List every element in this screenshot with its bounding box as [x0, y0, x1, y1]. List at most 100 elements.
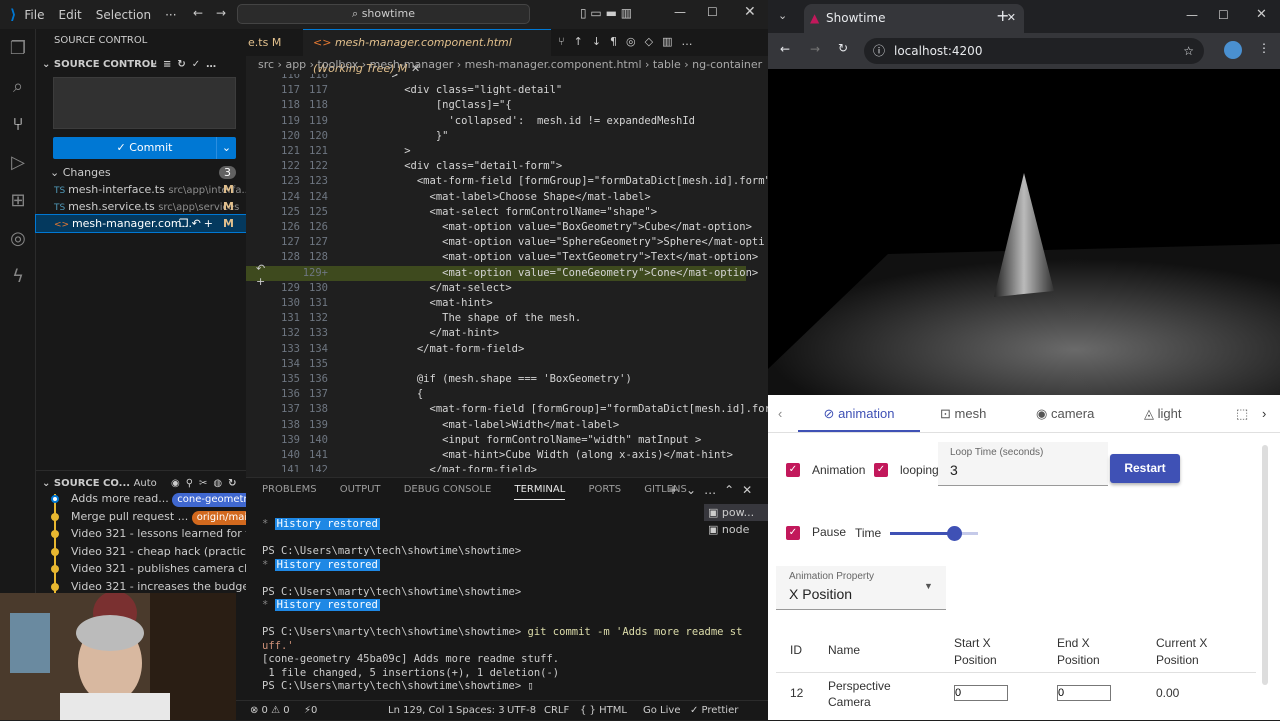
restart-button[interactable]: Restart: [1110, 454, 1180, 483]
code-line[interactable]: 134 135: [246, 357, 746, 372]
tab-ports[interactable]: PORTS: [589, 484, 622, 495]
tab-problems[interactable]: PROBLEMS: [262, 484, 317, 495]
code-line[interactable]: 129+ <mat-option value="ConeGeometry">Co…: [246, 265, 758, 281]
command-center-search[interactable]: ⌕ showtime: [237, 4, 530, 24]
back-arrow-icon[interactable]: ←: [193, 6, 203, 20]
code-line[interactable]: 119 119 'collapsed': mesh.id != expandedM…: [246, 114, 746, 129]
tabs-prev-icon[interactable]: ‹: [778, 395, 782, 432]
extensions-icon[interactable]: ⊞: [0, 181, 36, 219]
editor-actions-icons[interactable]: ⑂↑↓¶◎◇▥…: [558, 35, 701, 48]
code-line[interactable]: 133 134 </mat-form-field>: [246, 342, 746, 357]
panel-scrollbar[interactable]: [1262, 445, 1268, 685]
status-go-live[interactable]: Go Live: [643, 701, 680, 721]
new-tab-button[interactable]: +: [996, 6, 1009, 25]
code-line[interactable]: 118 118 [ngClass]="{: [246, 98, 746, 113]
list-item[interactable]: <> mesh-manager.com... ❐↶+ M: [35, 214, 247, 233]
status-prettier[interactable]: ✓ Prettier: [690, 701, 738, 721]
animation-checkbox[interactable]: ✓: [786, 463, 800, 477]
code-line[interactable]: 121 121 >: [246, 144, 746, 159]
maximize-button[interactable]: ☐: [1218, 8, 1229, 22]
list-item[interactable]: Merge pull request ... origin/main: [36, 508, 246, 526]
list-item[interactable]: TS mesh.service.ts src\app\services M: [36, 198, 246, 215]
status-encoding[interactable]: UTF-8: [507, 701, 536, 721]
terminal-item-node[interactable]: ▣ node: [704, 521, 768, 538]
diff-actions-icons[interactable]: ↶ +: [256, 262, 265, 288]
tab-terminal[interactable]: TERMINAL: [514, 484, 566, 500]
terminal-item-powershell[interactable]: ▣ pow...: [704, 504, 768, 521]
source-control-icon[interactable]: ⑂: [0, 105, 36, 143]
code-line[interactable]: 135 136 @if (mesh.shape === 'BoxGeometry'…: [246, 372, 746, 387]
code-line[interactable]: 132 133 </mat-hint>: [246, 326, 746, 341]
code-line[interactable]: 127 127 <mat-option value="SphereGeometry…: [246, 235, 765, 250]
commit-dropdown-icon[interactable]: ⌄: [216, 137, 236, 159]
loop-time-field[interactable]: Loop Time (seconds) 3: [938, 442, 1108, 486]
end-x-input[interactable]: [1057, 685, 1111, 701]
file-actions-icons[interactable]: ❐↶+: [179, 215, 216, 232]
status-language[interactable]: { } HTML: [580, 701, 627, 721]
list-item[interactable]: Video 321 - cheap hack (practical ...: [36, 543, 246, 561]
forward-arrow-icon[interactable]: →: [810, 42, 820, 56]
tab-search-icon[interactable]: ⌄: [778, 9, 787, 22]
status-eol[interactable]: CRLF: [544, 701, 569, 721]
menu-file[interactable]: File: [24, 8, 44, 22]
run-debug-icon[interactable]: ▷: [0, 143, 36, 181]
close-button[interactable]: ✕: [1256, 7, 1267, 22]
changes-header[interactable]: ⌄ Changes 3: [36, 164, 246, 181]
minimize-button[interactable]: —: [1186, 8, 1198, 22]
animation-property-select[interactable]: Animation Property X Position ▼: [776, 566, 946, 610]
code-line[interactable]: 126 126 <mat-option value="BoxGeometry">C…: [246, 220, 752, 235]
code-line[interactable]: 125 125 <mat-select formControlName="shap…: [246, 205, 746, 220]
terminal-output[interactable]: * History restored PS C:\Users\marty\tec…: [262, 518, 742, 694]
site-info-icon[interactable]: ⓘ: [873, 38, 885, 64]
explorer-icon[interactable]: ❐: [0, 29, 36, 67]
code-line[interactable]: 136 137 {: [246, 387, 746, 402]
close-button[interactable]: ✕: [744, 4, 756, 20]
commit-button[interactable]: ✓ Commit ⌄: [53, 137, 236, 159]
forward-arrow-icon[interactable]: →: [216, 6, 226, 20]
tab-output[interactable]: OUTPUT: [340, 484, 381, 495]
tab-camera[interactable]: ◉ camera: [1036, 395, 1094, 432]
maximize-button[interactable]: ☐: [707, 5, 718, 19]
status-ports[interactable]: ⚡0: [304, 701, 317, 721]
bookmark-star-icon[interactable]: ☆: [1183, 38, 1194, 64]
scm-actions-icons[interactable]: ⑂≡↻✓…: [151, 53, 222, 77]
back-arrow-icon[interactable]: ←: [780, 42, 790, 56]
list-item[interactable]: Adds more read... cone-geometry: [36, 490, 246, 508]
git-graph-icon[interactable]: ◎: [0, 219, 36, 257]
list-item[interactable]: Video 321 - publishes camera cha...: [36, 560, 246, 578]
menu-more[interactable]: ···: [165, 8, 176, 22]
code-line[interactable]: 130 131 <mat-hint>: [246, 296, 746, 311]
time-slider-thumb[interactable]: [947, 526, 963, 541]
code-line[interactable]: 140 141 <mat-hint>Cube Width (along x-axi…: [246, 448, 746, 463]
code-line[interactable]: 137 138 <mat-form-field [formGroup]="form…: [246, 402, 768, 417]
code-line[interactable]: 131 132 The shape of the mesh.: [246, 311, 746, 326]
browser-menu-icon[interactable]: ⋮: [1258, 41, 1270, 55]
code-line[interactable]: 138 139 <mat-label>Width</mat-label>: [246, 418, 746, 433]
menu-edit[interactable]: Edit: [59, 8, 82, 22]
status-cursor-position[interactable]: Ln 129, Col 1: [388, 701, 454, 721]
panel-actions-icons[interactable]: +⌄…⌃✕: [668, 478, 760, 502]
time-slider[interactable]: [890, 526, 978, 541]
tab-mesh-ts[interactable]: e.ts M: [246, 29, 281, 56]
threejs-canvas[interactable]: [768, 69, 1280, 395]
reload-icon[interactable]: ↻: [838, 41, 848, 55]
crop-icon[interactable]: ⬚: [1236, 395, 1248, 432]
lightning-icon[interactable]: ϟ: [0, 257, 36, 295]
menu-selection[interactable]: Selection: [96, 8, 151, 22]
start-x-input[interactable]: [954, 685, 1008, 701]
looping-checkbox[interactable]: ✓: [874, 463, 888, 477]
tabs-next-icon[interactable]: ›: [1262, 395, 1266, 432]
code-editor[interactable]: 116 116 >117 117 <div class="light-detail"…: [246, 74, 768, 472]
list-item[interactable]: TS mesh-interface.ts src\app\interfa... M: [36, 181, 246, 198]
code-line[interactable]: 122 122 <div class="detail-form">: [246, 159, 746, 174]
code-line[interactable]: 141 142 </mat-form-field>: [246, 463, 746, 472]
browser-tab-showtime[interactable]: ▲ Showtime ✕: [804, 4, 1024, 33]
code-line[interactable]: 124 124 <mat-label>Choose Shape</mat-labe…: [246, 190, 746, 205]
code-line[interactable]: 128 128 <mat-option value="TextGeometry">…: [246, 250, 758, 265]
commit-message-input[interactable]: [53, 77, 236, 129]
url-input[interactable]: ⓘ localhost:4200 ☆: [864, 38, 1204, 64]
layout-icons[interactable]: ▯ ▭ ▬ ▥: [580, 6, 632, 20]
code-line[interactable]: 139 140 <input formControlName="width" ma…: [246, 433, 746, 448]
profile-avatar[interactable]: [1224, 41, 1242, 59]
code-line[interactable]: 120 120 }": [246, 129, 746, 144]
